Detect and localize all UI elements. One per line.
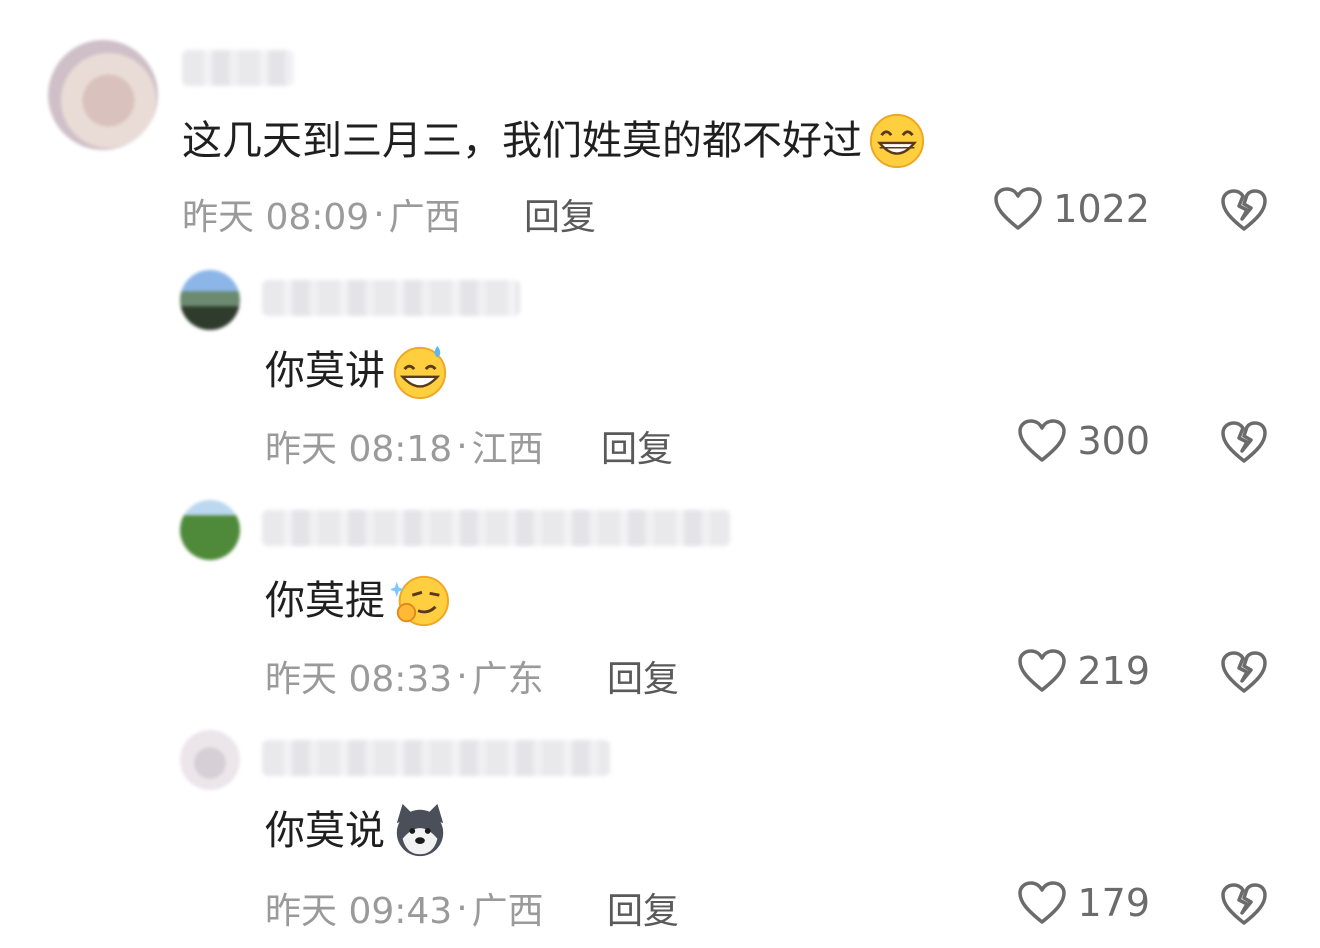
comment-text: 你莫讲 — [265, 342, 449, 400]
location: 广西 — [388, 197, 461, 238]
timestamp: 昨天 09:43 — [265, 891, 453, 932]
separator: · — [456, 425, 468, 467]
grinning-face-emoji — [869, 113, 925, 169]
like-button[interactable]: 300 — [1017, 418, 1150, 464]
separator: · — [456, 655, 468, 697]
username-blurred[interactable] — [262, 740, 610, 776]
comment-meta: 昨天 09:43 · 广西 — [265, 882, 544, 934]
broken-heart-icon[interactable] — [1220, 648, 1268, 696]
heart-outline-icon — [1018, 649, 1067, 692]
username-blurred[interactable] — [182, 50, 294, 86]
comment-text: 这几天到三月三，我们姓莫的都不好过 — [182, 112, 926, 170]
like-button[interactable]: 1022 — [993, 186, 1150, 232]
reply-button[interactable]: 回复 — [607, 882, 679, 934]
timestamp: 昨天 08:18 — [265, 429, 453, 470]
husky-dog-emoji — [396, 803, 444, 857]
heart-outline-icon — [1018, 881, 1067, 924]
separator: · — [456, 887, 468, 929]
avatar[interactable] — [180, 730, 240, 790]
comment-text-content: 你莫说 — [265, 808, 385, 854]
avatar[interactable] — [180, 500, 240, 560]
comment-meta: 昨天 08:33 · 广东 — [265, 650, 544, 702]
reply-item: 你莫说 昨天 09:43 · 广西 回复 179 — [0, 722, 1320, 942]
username-blurred[interactable] — [262, 510, 730, 546]
comment-text-content: 你莫提 — [265, 578, 385, 624]
reply-item: 你莫提 昨天 08:33 · 广东 回复 219 — [0, 490, 1320, 710]
location: 广东 — [471, 659, 544, 700]
comment-meta: 昨天 08:18 · 江西 — [265, 420, 544, 472]
comment-text-content: 这几天到三月三，我们姓莫的都不好过 — [182, 118, 862, 164]
comment-text-content: 你莫讲 — [265, 348, 385, 394]
smirk-thinking-face-emoji — [391, 575, 449, 627]
heart-outline-icon — [994, 187, 1043, 230]
reply-item: 你莫讲 昨天 08:18 · 江西 回复 300 — [0, 260, 1320, 480]
like-button[interactable]: 179 — [1017, 880, 1150, 926]
avatar[interactable] — [48, 40, 158, 150]
username-blurred[interactable] — [262, 280, 520, 316]
broken-heart-icon[interactable] — [1220, 418, 1268, 466]
like-count: 219 — [1077, 649, 1150, 693]
timestamp: 昨天 08:09 — [182, 197, 370, 238]
broken-heart-icon[interactable] — [1220, 186, 1268, 234]
avatar[interactable] — [180, 270, 240, 330]
broken-heart-icon[interactable] — [1220, 880, 1268, 928]
separator: · — [373, 193, 385, 235]
comment-item: 这几天到三月三，我们姓莫的都不好过 昨天 08:09 · 广西 回复 1022 — [0, 0, 1320, 240]
comment-text: 你莫提 — [265, 572, 449, 630]
location: 江西 — [471, 429, 544, 470]
reply-button[interactable]: 回复 — [607, 650, 679, 702]
timestamp: 昨天 08:33 — [265, 659, 453, 700]
like-count: 1022 — [1053, 187, 1150, 231]
reply-button[interactable]: 回复 — [524, 188, 596, 240]
grinning-sweat-face-emoji — [393, 345, 447, 400]
like-button[interactable]: 219 — [1017, 648, 1150, 694]
comment-meta: 昨天 08:09 · 广西 — [182, 188, 461, 240]
heart-outline-icon — [1018, 419, 1067, 462]
like-count: 300 — [1077, 419, 1150, 463]
reply-button[interactable]: 回复 — [601, 420, 673, 472]
location: 广西 — [471, 891, 544, 932]
comment-text: 你莫说 — [265, 802, 449, 860]
like-count: 179 — [1077, 881, 1150, 925]
